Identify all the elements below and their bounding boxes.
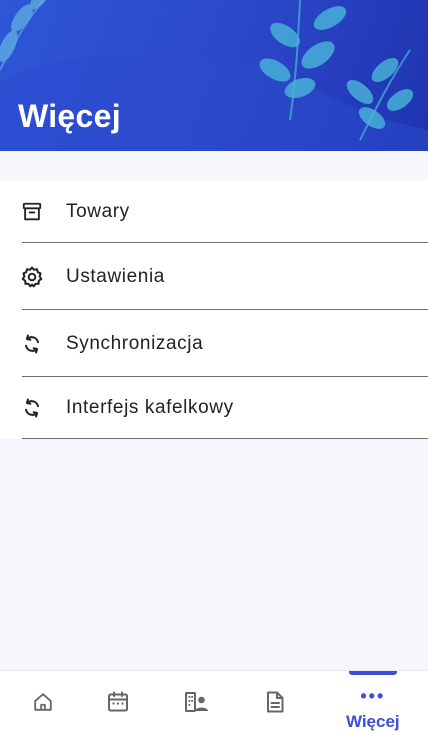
sync-icon [20, 396, 44, 420]
archive-box-icon [20, 200, 44, 224]
bottom-navigation: ••• Więcej [0, 670, 428, 738]
menu-item-label: Synchronizacja [66, 332, 204, 354]
nav-more[interactable]: ••• Więcej [330, 671, 416, 738]
nav-documents[interactable] [232, 671, 318, 738]
page-title: Więcej [18, 98, 121, 134]
menu-item-label: Interfejs kafelkowy [66, 397, 234, 418]
nav-customers[interactable] [154, 671, 240, 738]
divider [22, 437, 428, 439]
more-menu-list: Towary Ustawienia Synchronizacja Interfe… [0, 181, 428, 439]
menu-item-interfejs-kafelkowy[interactable]: Interfejs kafelkowy [0, 377, 428, 439]
nav-home[interactable] [0, 671, 86, 738]
page-header: Więcej [0, 0, 428, 151]
sync-icon [20, 332, 44, 356]
document-icon [264, 690, 286, 719]
gear-icon [20, 265, 44, 289]
customers-icon [184, 690, 210, 719]
menu-item-synchronizacja[interactable]: Synchronizacja [0, 310, 428, 377]
menu-item-label: Towary [66, 201, 130, 222]
menu-item-towary[interactable]: Towary [0, 181, 428, 243]
menu-item-ustawienia[interactable]: Ustawienia [0, 243, 428, 310]
nav-calendar[interactable] [75, 671, 161, 738]
calendar-icon [106, 690, 130, 719]
nav-active-indicator [349, 671, 397, 675]
nav-more-label: Więcej [345, 712, 400, 731]
more-dots-icon: ••• [360, 686, 386, 706]
home-icon [32, 691, 54, 718]
menu-item-label: Ustawienia [66, 265, 165, 287]
